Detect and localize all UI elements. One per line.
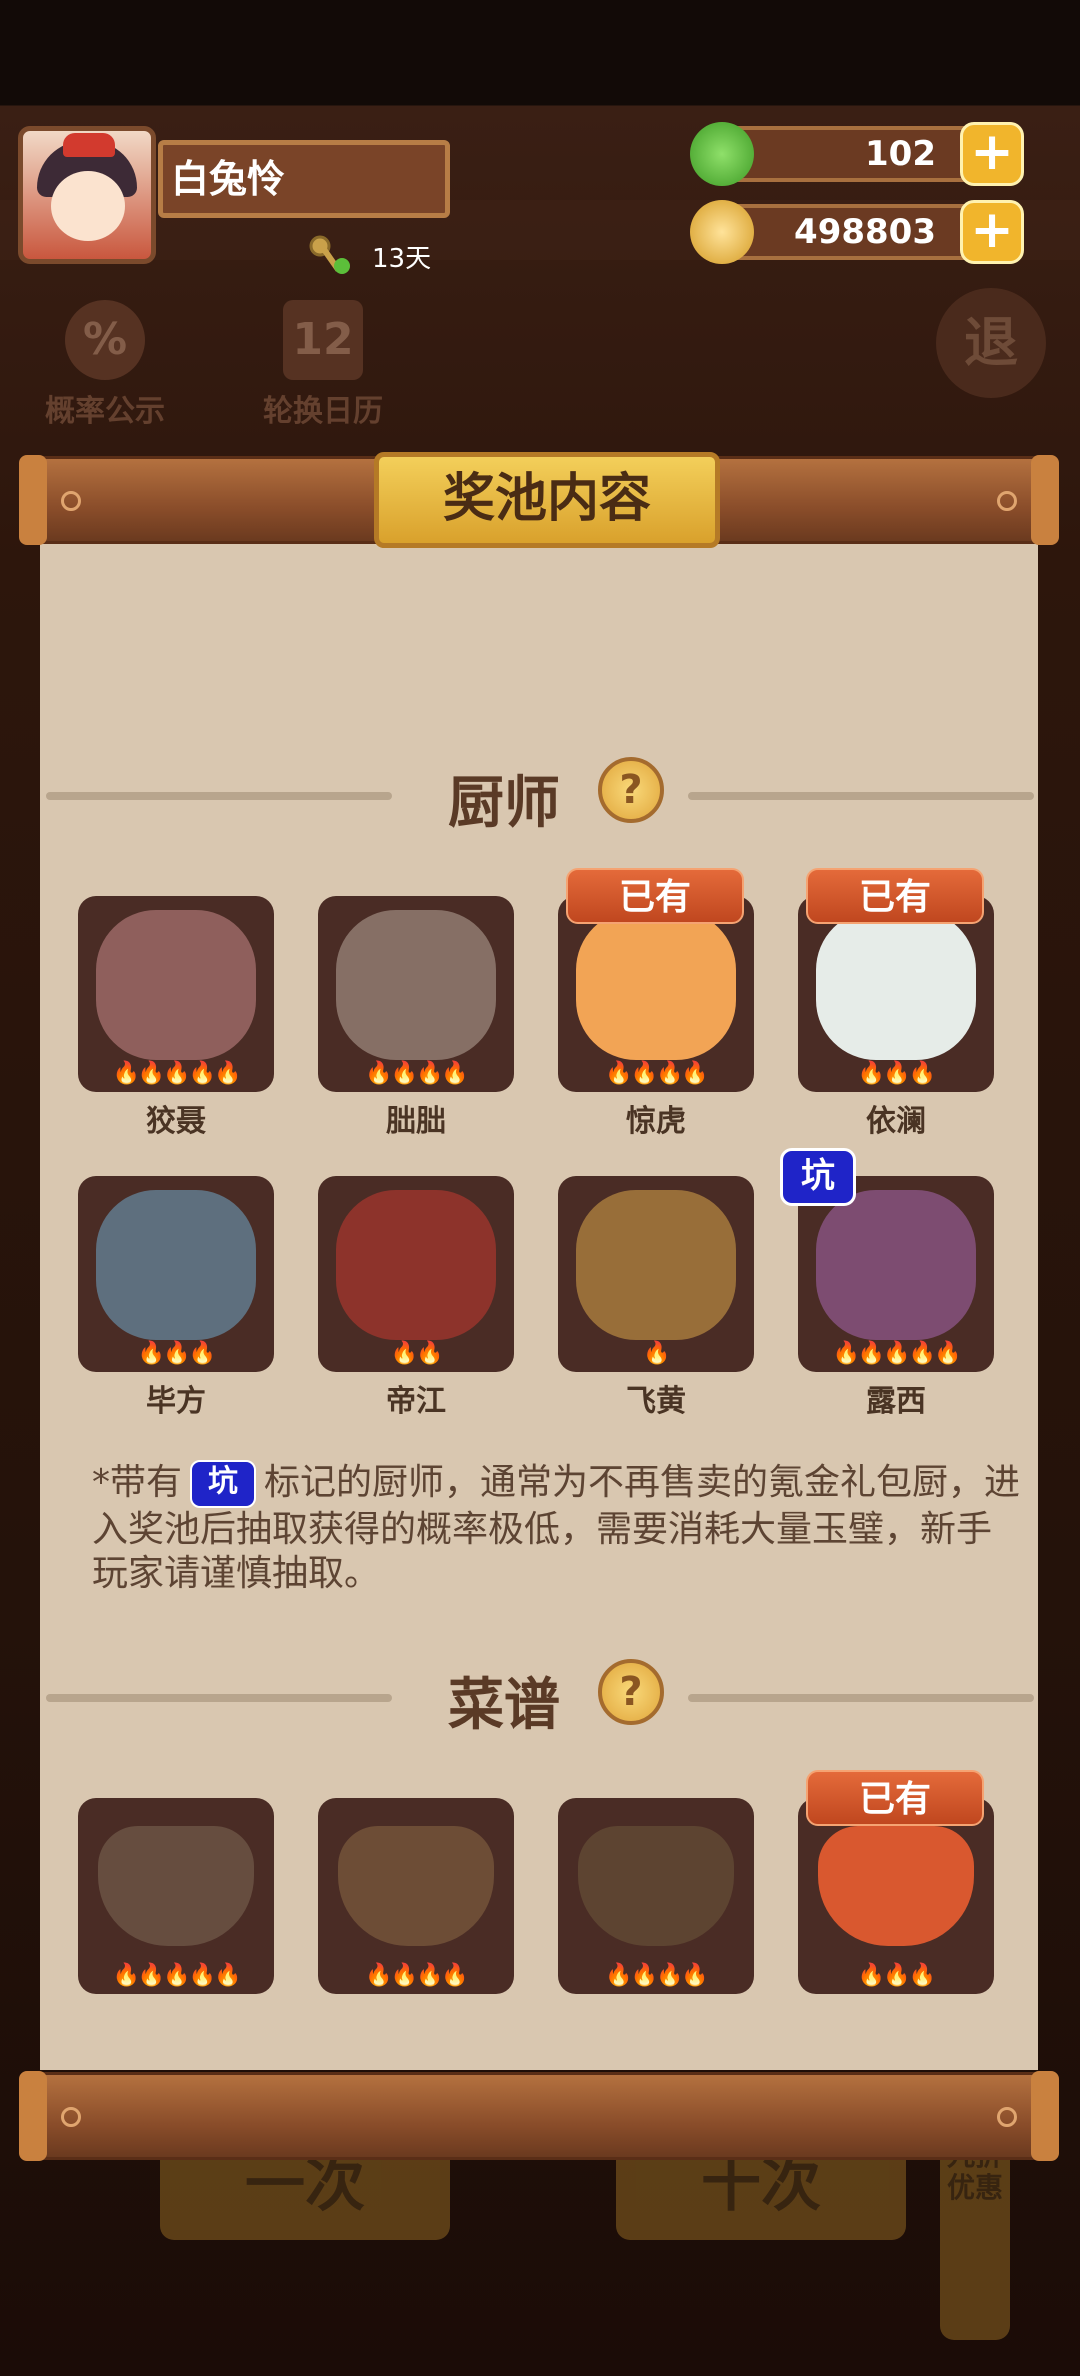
probability-button[interactable]: % 概率公示 [30,300,180,430]
chef-name: 惊虎 [626,1104,686,1139]
chef-portrait [816,910,976,1060]
calendar-button[interactable]: 12 轮换日历 [248,300,398,430]
star-rating: 🔥🔥🔥🔥🔥 [112,1963,242,1988]
chef-portrait [96,1190,256,1340]
star-rating: 🔥🔥🔥 [857,1963,936,1988]
chef-name: 朏朏 [386,1104,446,1139]
chef-section-title: 厨师 [448,771,560,836]
chef-portrait [576,1190,736,1340]
player-name: 白兔怜 [158,140,450,218]
chef-card[interactable]: 🔥🔥🔥 [78,1176,274,1372]
chef-help-button[interactable]: ? [598,757,664,823]
jade-icon [690,122,754,186]
add-jade-button[interactable]: + [960,122,1024,186]
scroll-bottom-rod [19,2071,1059,2161]
chef-card[interactable]: 🔥🔥 [318,1176,514,1372]
pit-note: *带有坑标记的厨师，通常为不再售卖的氪金礼包厨，进入奖池后抽取获得的概率极低，需… [92,1460,1021,1594]
recipe-card[interactable]: 🔥🔥🔥🔥🔥 [78,1798,274,1994]
chef-name: 毕方 [146,1384,206,1419]
key-icon [309,235,350,274]
owned-badge: 已有 [806,1770,984,1826]
divider [46,1694,392,1702]
divider [688,792,1034,800]
add-coin-button[interactable]: + [960,200,1024,264]
star-rating: 🔥🔥🔥🔥🔥 [112,1061,242,1086]
divider [46,792,392,800]
chef-name: 露西 [866,1384,926,1419]
chef-name: 依澜 [866,1104,926,1139]
coin-icon [690,200,754,264]
star-rating: 🔥🔥🔥🔥 [365,1061,469,1086]
percent-icon: % [65,300,145,380]
recipe-card[interactable]: 🔥🔥🔥🔥 [318,1798,514,1994]
owned-badge: 已有 [806,868,984,924]
chef-portrait [336,1190,496,1340]
player-avatar[interactable] [18,126,156,264]
exit-button[interactable]: 退 [936,288,1046,398]
chef-portrait [576,910,736,1060]
chef-card[interactable]: 🔥 [558,1176,754,1372]
pit-tag: 坑 [190,1460,257,1508]
calendar-icon: 12 [283,300,363,380]
star-rating: 🔥 [643,1341,670,1366]
star-rating: 🔥🔥🔥🔥🔥 [832,1341,962,1366]
star-rating: 🔥🔥🔥 [857,1061,936,1086]
dish-icon [818,1826,974,1946]
star-rating: 🔥🔥🔥🔥 [365,1963,469,1988]
dish-icon [578,1826,734,1946]
chef-name: 帝江 [386,1384,446,1419]
star-rating: 🔥🔥🔥🔥 [605,1061,709,1086]
chef-card[interactable]: 🔥🔥🔥🔥 [318,896,514,1092]
divider [688,1694,1034,1702]
pit-badge: 坑 [780,1148,856,1206]
star-rating: 🔥🔥 [390,1341,444,1366]
owned-badge: 已有 [566,868,744,924]
prize-pool-panel: 厨师 ? 🔥🔥🔥🔥🔥 狡聂 🔥🔥🔥🔥 朏朏 🔥🔥🔥🔥 惊虎 已有 🔥🔥🔥 依澜 已有 🔥🔥🔥 毕方 🔥🔥… [40,540,1038,2070]
panel-title: 奖池内容 [374,452,720,548]
chef-portrait [816,1190,976,1340]
dish-icon [98,1826,254,1946]
chef-portrait [96,910,256,1060]
recipe-card[interactable]: 🔥🔥🔥🔥 [558,1798,754,1994]
star-rating: 🔥🔥🔥🔥 [605,1963,709,1988]
chef-name: 飞黄 [626,1384,686,1419]
chef-portrait [336,910,496,1060]
dish-icon [338,1826,494,1946]
membership-days: 13天 [372,244,432,274]
chef-card[interactable]: 🔥🔥🔥🔥🔥 [78,896,274,1092]
recipe-section-title: 菜谱 [448,1673,560,1738]
star-rating: 🔥🔥🔥 [137,1341,216,1366]
chef-name: 狡聂 [146,1104,206,1139]
recipe-help-button[interactable]: ? [598,1659,664,1725]
